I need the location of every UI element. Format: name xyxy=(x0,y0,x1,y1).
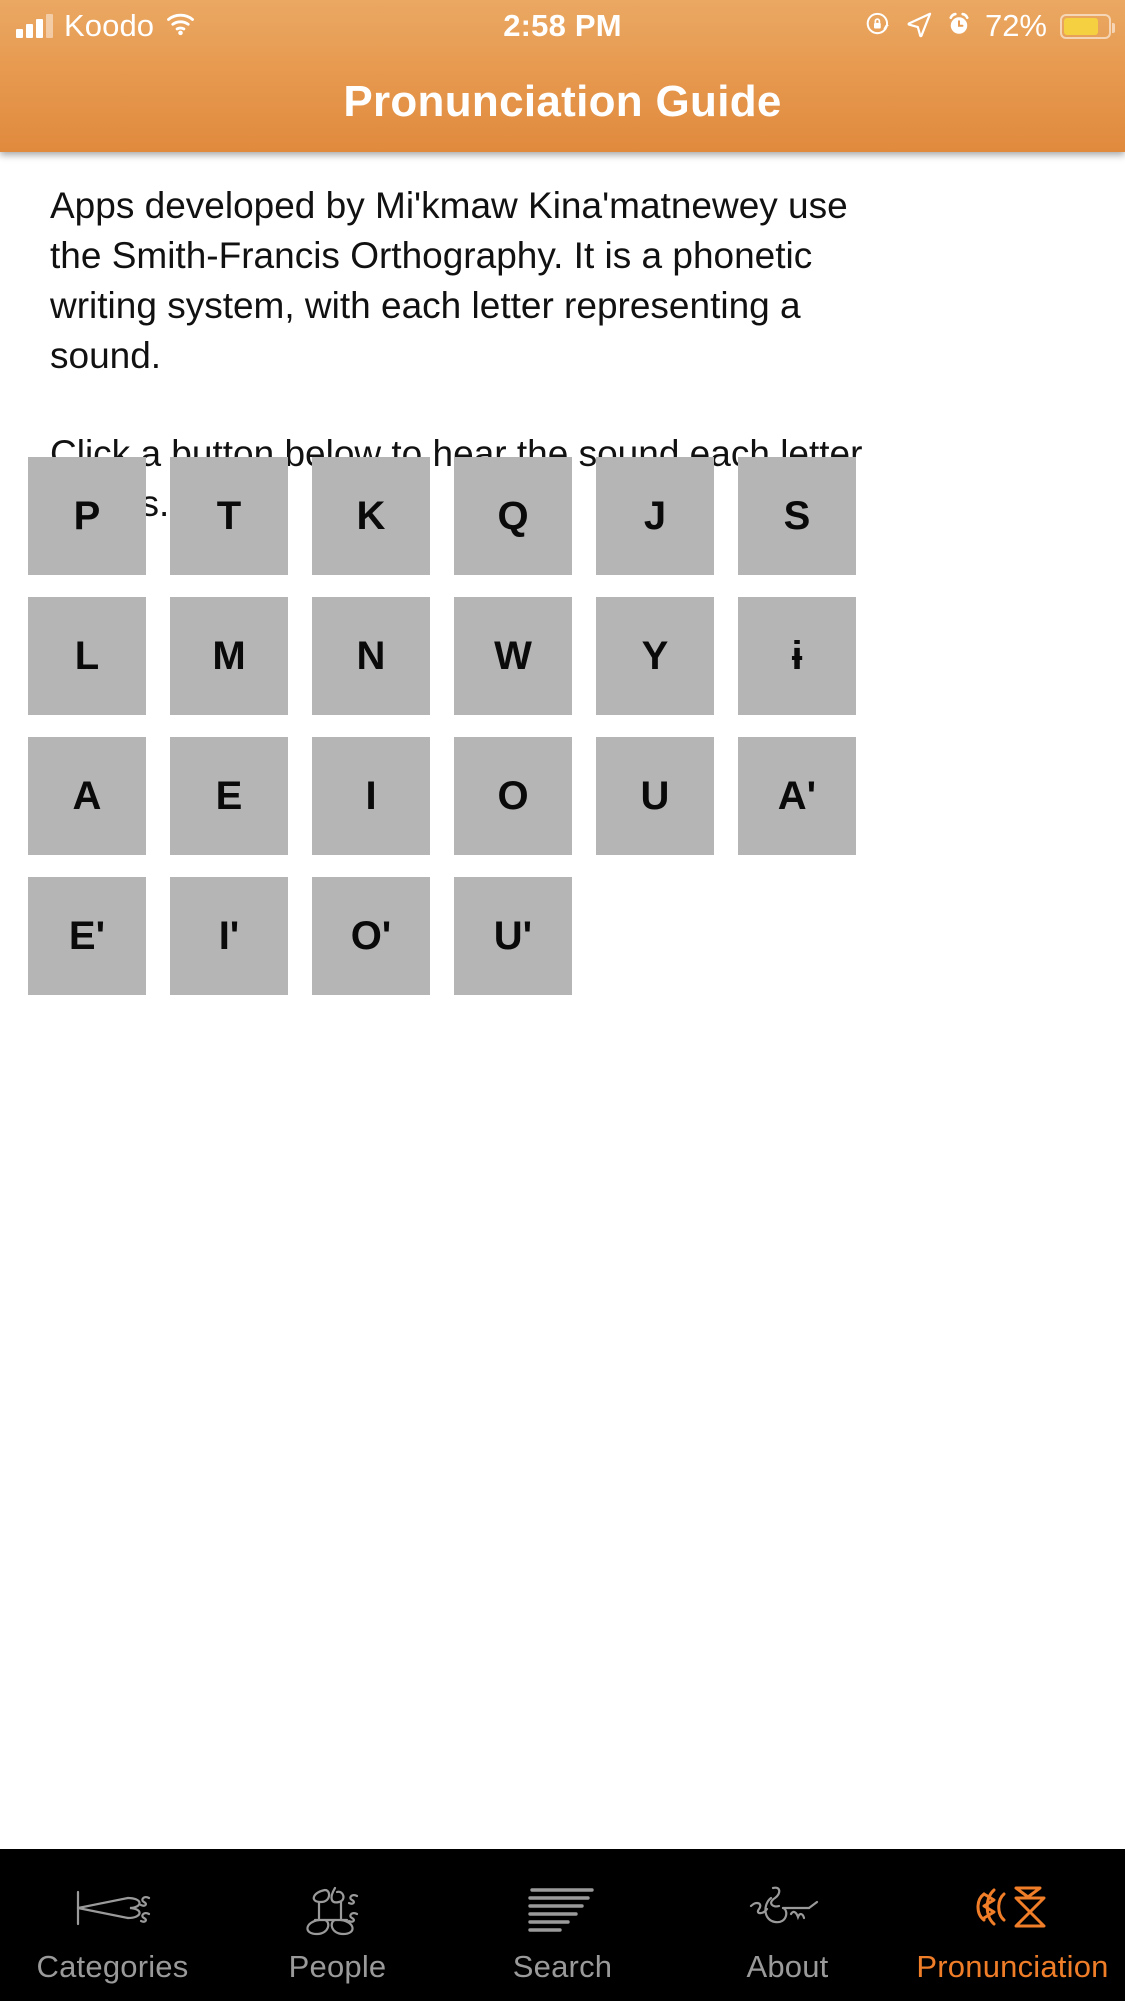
tab-people[interactable]: People xyxy=(225,1849,450,2001)
letter-button-p[interactable]: P xyxy=(28,457,146,575)
letter-button-m[interactable]: M xyxy=(170,597,288,715)
mikmaw-hieroglyph-people-icon xyxy=(278,1871,398,1945)
battery-icon xyxy=(1060,13,1115,39)
mikmaw-hieroglyph-pronunciation-icon xyxy=(953,1871,1073,1945)
letter-button-grid: P T K Q J S L M N W Y ɨ A E I O U A' E' … xyxy=(28,457,1088,995)
mikmaw-hieroglyph-search-icon xyxy=(503,1871,623,1945)
tab-pronunciation[interactable]: Pronunciation xyxy=(900,1849,1125,2001)
letter-button-w[interactable]: W xyxy=(454,597,572,715)
tab-categories[interactable]: Categories xyxy=(0,1849,225,2001)
clock-label: 2:58 PM xyxy=(503,8,622,43)
intro-paragraph-1: Apps developed by Mi'kmaw Kina'matnewey … xyxy=(50,185,848,376)
status-bar-right: 72% xyxy=(865,0,1115,52)
letter-button-i[interactable]: I xyxy=(312,737,430,855)
letter-button-j[interactable]: J xyxy=(596,457,714,575)
letter-button-u-long[interactable]: U' xyxy=(454,877,572,995)
main-content: Apps developed by Mi'kmaw Kina'matnewey … xyxy=(0,155,1125,995)
letter-button-barred-i[interactable]: ɨ xyxy=(738,597,856,715)
page-title: Pronunciation Guide xyxy=(0,52,1125,152)
letter-button-o[interactable]: O xyxy=(454,737,572,855)
rotation-lock-icon xyxy=(865,10,892,42)
tab-label-pronunciation: Pronunciation xyxy=(916,1949,1109,1984)
letter-button-u[interactable]: U xyxy=(596,737,714,855)
grid-empty-cell xyxy=(738,877,856,995)
mikmaw-hieroglyph-categories-icon xyxy=(53,1871,173,1945)
status-bar: Koodo 2:58 PM 72% xyxy=(0,0,1125,52)
tab-label-people: People xyxy=(288,1949,387,1984)
tab-label-search: Search xyxy=(512,1949,613,1984)
mikmaw-hieroglyph-about-icon xyxy=(728,1871,848,1945)
grid-empty-cell xyxy=(596,877,714,995)
tab-search[interactable]: Search xyxy=(450,1849,675,2001)
letter-button-n[interactable]: N xyxy=(312,597,430,715)
letter-button-e-long[interactable]: E' xyxy=(28,877,146,995)
letter-button-q[interactable]: Q xyxy=(454,457,572,575)
letter-button-y[interactable]: Y xyxy=(596,597,714,715)
tab-label-categories: Categories xyxy=(36,1949,189,1984)
location-arrow-icon xyxy=(905,10,933,43)
letter-button-e[interactable]: E xyxy=(170,737,288,855)
bottom-tab-bar: Categories People Search About Pronuncia… xyxy=(0,1849,1125,2001)
page-title-label: Pronunciation Guide xyxy=(343,77,782,126)
letter-button-a[interactable]: A xyxy=(28,737,146,855)
letter-button-o-long[interactable]: O' xyxy=(312,877,430,995)
letter-button-t[interactable]: T xyxy=(170,457,288,575)
alarm-clock-icon xyxy=(946,11,972,42)
tab-about[interactable]: About xyxy=(675,1849,900,2001)
letter-button-a-long[interactable]: A' xyxy=(738,737,856,855)
app-header: Koodo 2:58 PM 72% Pronunciation Guide xyxy=(0,0,1125,152)
battery-percent-label: 72% xyxy=(984,8,1047,43)
letter-button-i-long[interactable]: I' xyxy=(170,877,288,995)
letter-button-s[interactable]: S xyxy=(738,457,856,575)
letter-button-k[interactable]: K xyxy=(312,457,430,575)
tab-label-about: About xyxy=(746,1949,829,1984)
letter-button-l[interactable]: L xyxy=(28,597,146,715)
